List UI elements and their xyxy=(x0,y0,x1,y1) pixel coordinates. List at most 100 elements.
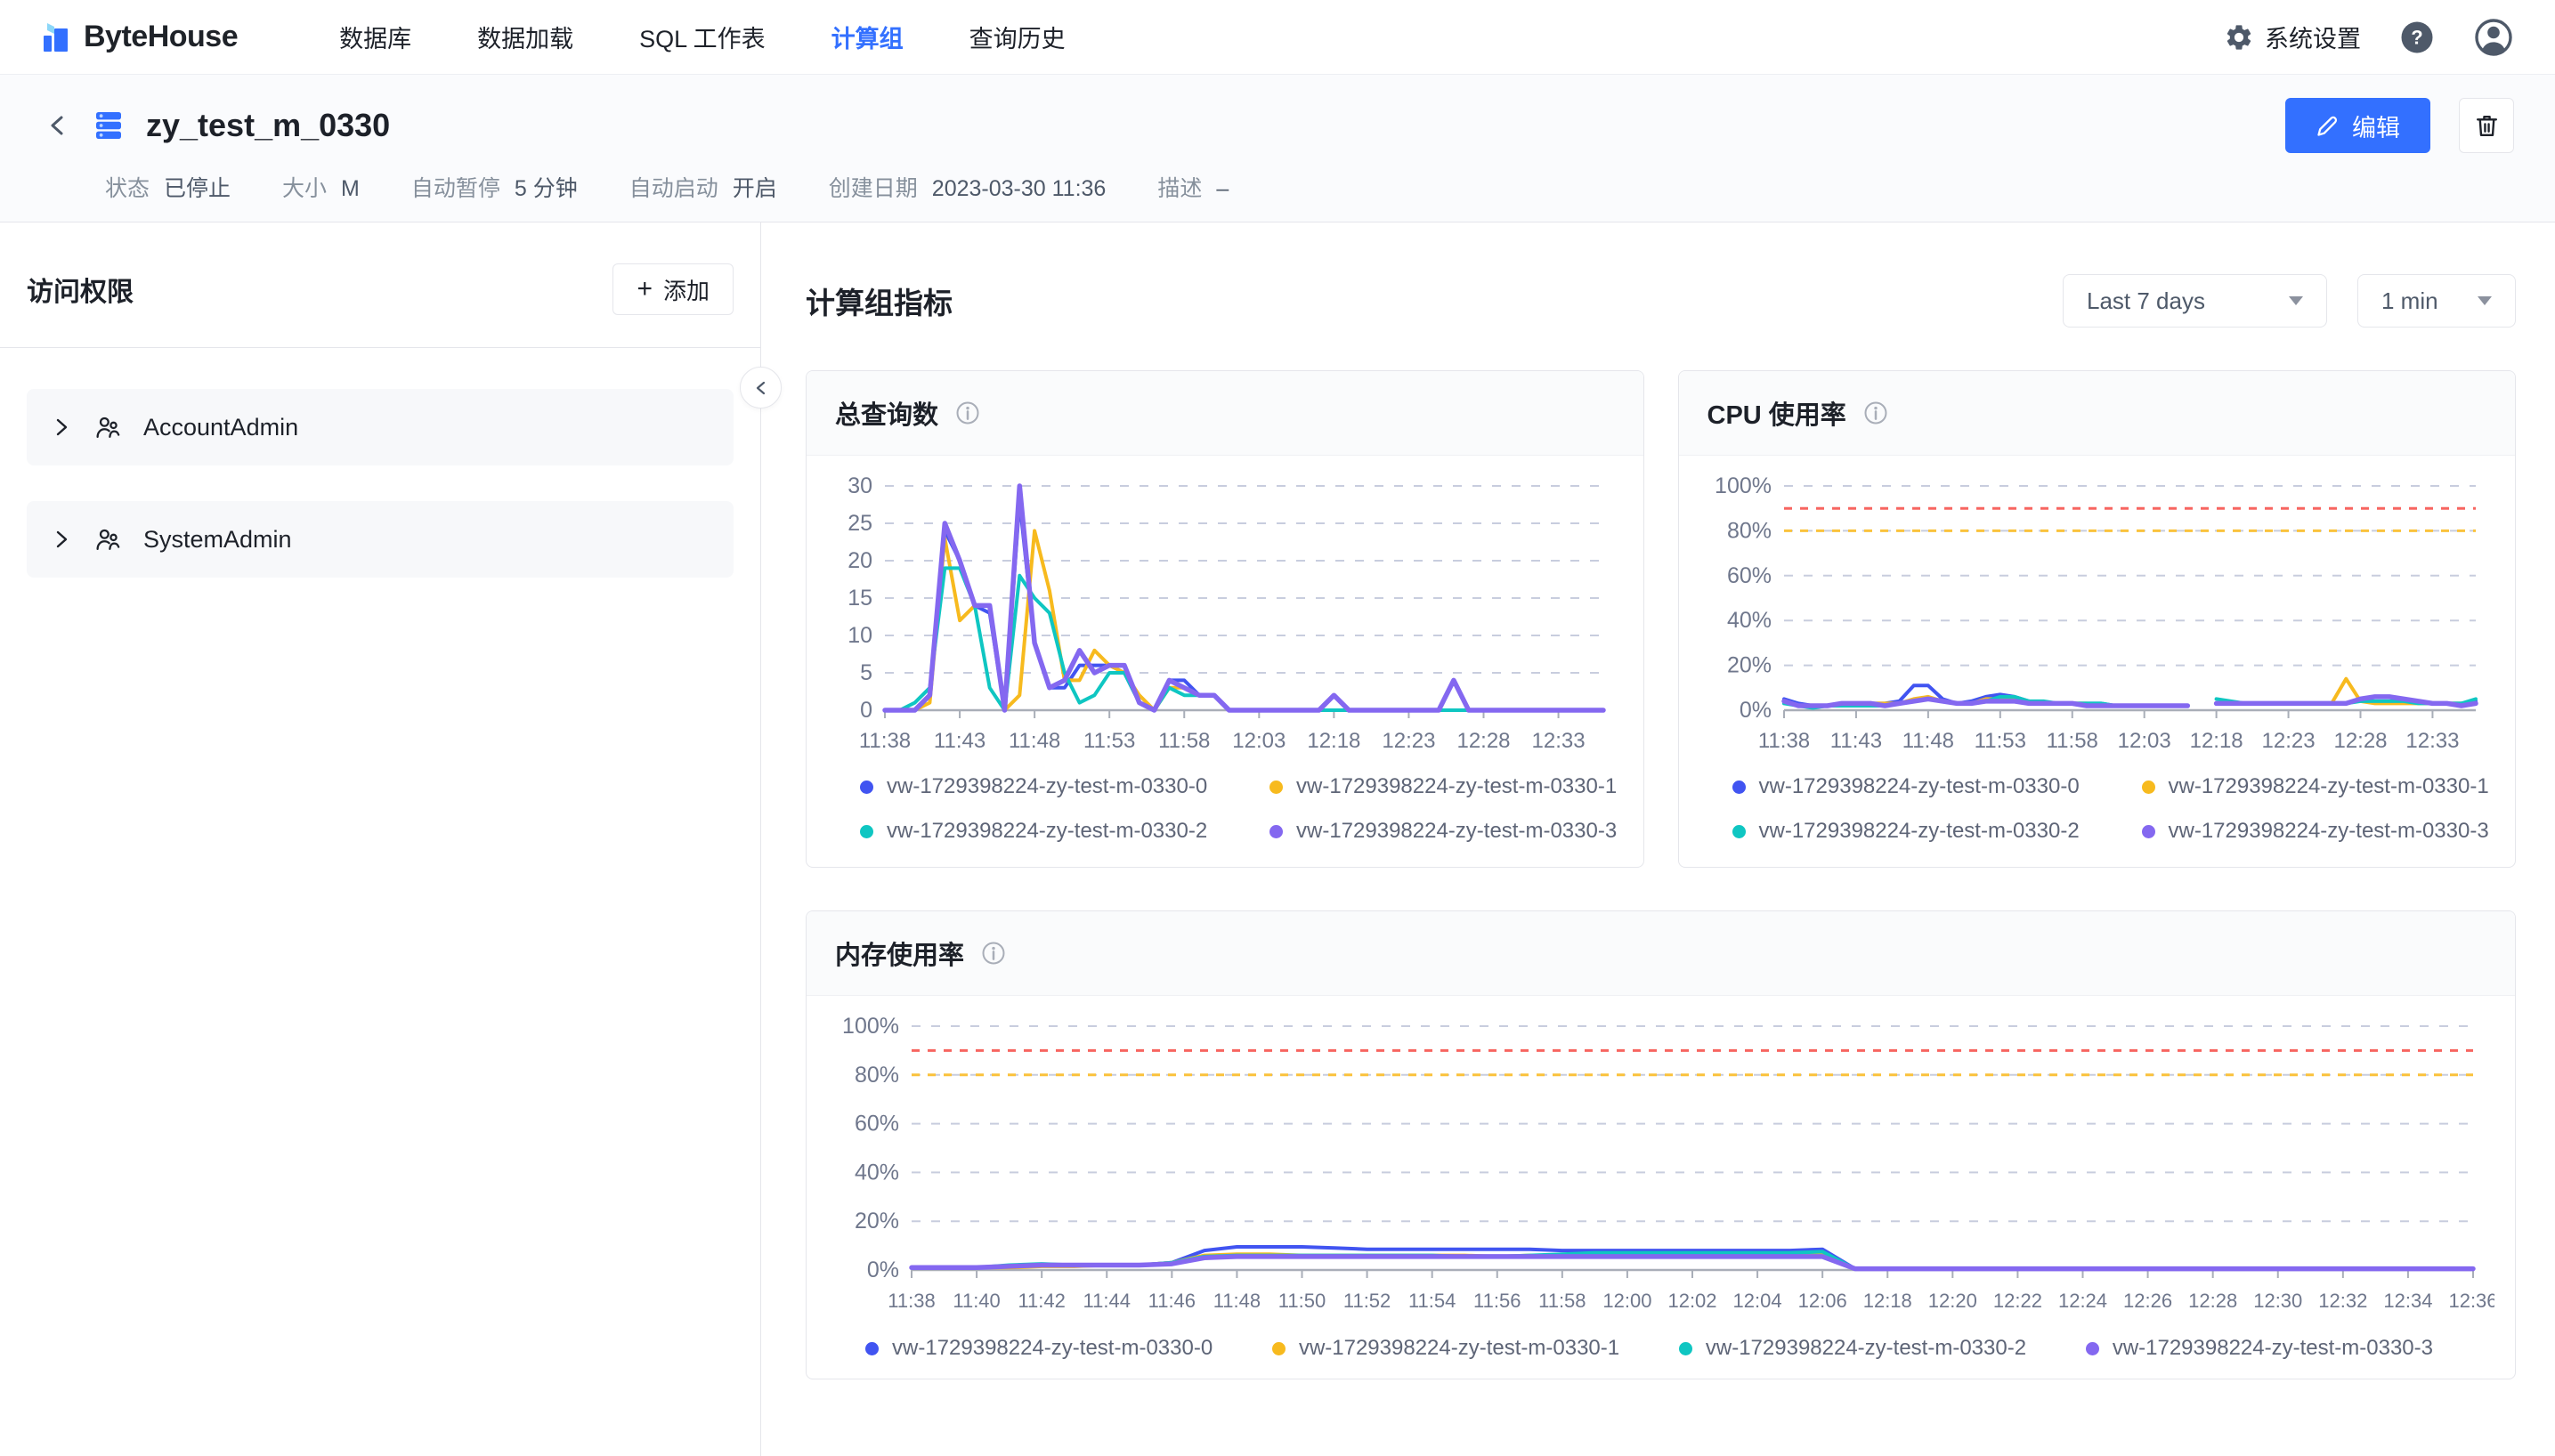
chevron-down-icon xyxy=(2289,296,2303,305)
legend-item-vw-1729398224-zy-test-m-0330-0[interactable]: vw-1729398224-zy-test-m-0330-0 xyxy=(1732,774,2142,799)
meta-value: 已停止 xyxy=(164,171,231,203)
card-body: 0%20%40%60%80%100%11:3811:4311:4811:5311… xyxy=(1679,456,2516,867)
meta-item-0: 状态已停止 xyxy=(105,171,231,203)
meta-value: 2023-03-30 11:36 xyxy=(932,176,1107,202)
legend-dot xyxy=(860,825,873,838)
chart-card-total-queries: 总查询数 05101520253011:3811:4311:4811:5311:… xyxy=(806,370,1644,868)
chart-card-cpu: CPU 使用率 0%20%40%60%80%100%11:3811:4311:4… xyxy=(1678,370,2517,868)
help-button[interactable]: ? xyxy=(2398,19,2436,56)
total-queries-chart[interactable]: 05101520253011:3811:4311:4811:5311:5812:… xyxy=(826,470,1624,765)
legend-item-vw-1729398224-zy-test-m-0330-1[interactable]: vw-1729398224-zy-test-m-0330-1 xyxy=(1272,1336,1619,1361)
svg-text:12:18: 12:18 xyxy=(1307,729,1360,753)
nav-item-3[interactable]: 计算组 xyxy=(831,20,904,54)
legend-dot xyxy=(2086,1342,2099,1355)
permission-item-0[interactable]: AccountAdmin xyxy=(27,389,734,465)
bytehouse-logo[interactable]: ByteHouse xyxy=(41,20,238,54)
interval-select[interactable]: 1 min xyxy=(2357,274,2516,328)
metrics-title: 计算组指标 xyxy=(806,279,953,322)
trash-icon xyxy=(2473,112,2501,140)
svg-text:40%: 40% xyxy=(855,1160,899,1185)
legend-label: vw-1729398224-zy-test-m-0330-3 xyxy=(1296,819,1617,844)
svg-text:12:33: 12:33 xyxy=(1532,729,1586,753)
svg-text:12:28: 12:28 xyxy=(1456,729,1510,753)
meta-label: 自动启动 xyxy=(629,171,718,203)
cpu-usage-chart[interactable]: 0%20%40%60%80%100%11:3811:4311:4811:5311… xyxy=(1699,470,2496,765)
legend-dot xyxy=(2142,825,2155,838)
legend-item-vw-1729398224-zy-test-m-0330-3[interactable]: vw-1729398224-zy-test-m-0330-3 xyxy=(1269,819,1617,844)
edit-button-label: 编辑 xyxy=(2352,109,2400,143)
legend-item-vw-1729398224-zy-test-m-0330-3[interactable]: vw-1729398224-zy-test-m-0330-3 xyxy=(2086,1336,2433,1361)
title-row: zy_test_m_0330 编辑 xyxy=(41,98,2514,153)
svg-text:0%: 0% xyxy=(1739,698,1771,723)
svg-text:11:43: 11:43 xyxy=(934,729,986,753)
time-range-select[interactable]: Last 7 days xyxy=(2063,274,2327,328)
svg-text:12:32: 12:32 xyxy=(2318,1290,2367,1312)
info-icon[interactable] xyxy=(1862,400,1889,426)
info-icon[interactable] xyxy=(954,400,981,426)
users-icon xyxy=(94,526,122,554)
legend-item-vw-1729398224-zy-test-m-0330-1[interactable]: vw-1729398224-zy-test-m-0330-1 xyxy=(2142,774,2489,799)
nav-item-4[interactable]: 查询历史 xyxy=(969,20,1066,54)
user-avatar-icon xyxy=(2473,17,2514,58)
svg-text:5: 5 xyxy=(860,660,872,685)
nav-item-0[interactable]: 数据库 xyxy=(339,20,411,54)
avatar[interactable] xyxy=(2473,17,2514,58)
legend-dot xyxy=(865,1342,879,1355)
metrics-header: 计算组指标 Last 7 days 1 min xyxy=(806,274,2516,328)
chevron-right-icon[interactable] xyxy=(50,528,73,551)
svg-text:12:22: 12:22 xyxy=(1993,1290,2042,1312)
svg-text:11:53: 11:53 xyxy=(1083,729,1135,753)
legend-item-vw-1729398224-zy-test-m-0330-0[interactable]: vw-1729398224-zy-test-m-0330-0 xyxy=(860,774,1269,799)
legend-item-vw-1729398224-zy-test-m-0330-2[interactable]: vw-1729398224-zy-test-m-0330-2 xyxy=(860,819,1269,844)
legend-item-vw-1729398224-zy-test-m-0330-2[interactable]: vw-1729398224-zy-test-m-0330-2 xyxy=(1679,1336,2026,1361)
legend-dot xyxy=(1269,781,1283,794)
interval-value: 1 min xyxy=(2381,287,2438,315)
svg-text:11:48: 11:48 xyxy=(1902,729,1953,753)
svg-text:12:03: 12:03 xyxy=(1232,729,1286,753)
svg-text:11:38: 11:38 xyxy=(1757,729,1809,753)
svg-text:11:38: 11:38 xyxy=(888,1290,935,1312)
svg-text:11:44: 11:44 xyxy=(1083,1290,1131,1312)
svg-text:80%: 80% xyxy=(855,1063,899,1088)
svg-text:11:58: 11:58 xyxy=(1158,729,1210,753)
legend-dot xyxy=(2142,781,2155,794)
divider xyxy=(0,347,760,348)
legend-item-vw-1729398224-zy-test-m-0330-1[interactable]: vw-1729398224-zy-test-m-0330-1 xyxy=(1269,774,1617,799)
legend-item-vw-1729398224-zy-test-m-0330-2[interactable]: vw-1729398224-zy-test-m-0330-2 xyxy=(1732,819,2142,844)
back-button[interactable] xyxy=(41,109,75,142)
nav-item-2[interactable]: SQL 工作表 xyxy=(639,20,766,54)
app-root: ByteHouse 数据库 数据加载 SQL 工作表 计算组 查询历史 系统设置 ? xyxy=(0,0,2555,1456)
delete-button[interactable] xyxy=(2459,98,2514,153)
nav-item-1[interactable]: 数据加载 xyxy=(477,20,573,54)
svg-text:12:20: 12:20 xyxy=(1928,1290,1977,1312)
svg-text:11:46: 11:46 xyxy=(1148,1290,1196,1312)
legend-dot xyxy=(1732,825,1746,838)
meta-label: 描述 xyxy=(1157,171,1202,203)
svg-text:12:23: 12:23 xyxy=(2261,729,2315,753)
svg-text:100%: 100% xyxy=(842,1014,899,1039)
collapse-sidebar-button[interactable] xyxy=(740,367,782,408)
time-range-value: Last 7 days xyxy=(2087,287,2205,315)
permission-list: AccountAdmin SystemAdmin xyxy=(27,389,734,578)
edit-button[interactable]: 编辑 xyxy=(2285,98,2430,153)
svg-text:40%: 40% xyxy=(1726,608,1771,633)
chart-card-memory: 内存使用率 0%20%40%60%80%100%11:3811:4011:421… xyxy=(806,910,2516,1379)
svg-text:10: 10 xyxy=(848,623,872,648)
legend-label: vw-1729398224-zy-test-m-0330-0 xyxy=(1759,774,2080,799)
svg-text:12:06: 12:06 xyxy=(1798,1290,1847,1312)
add-permission-button[interactable]: + 添加 xyxy=(612,263,734,315)
svg-text:11:38: 11:38 xyxy=(859,729,911,753)
legend-label: vw-1729398224-zy-test-m-0330-3 xyxy=(2113,1336,2433,1361)
legend-label: vw-1729398224-zy-test-m-0330-0 xyxy=(887,774,1207,799)
system-settings-button[interactable]: 系统设置 xyxy=(2224,20,2361,54)
chevron-right-icon[interactable] xyxy=(50,416,73,439)
legend-item-vw-1729398224-zy-test-m-0330-3[interactable]: vw-1729398224-zy-test-m-0330-3 xyxy=(2142,819,2489,844)
meta-label: 自动暂停 xyxy=(411,171,500,203)
permission-item-1[interactable]: SystemAdmin xyxy=(27,501,734,578)
page-title: zy_test_m_0330 xyxy=(146,107,390,144)
legend-item-vw-1729398224-zy-test-m-0330-0[interactable]: vw-1729398224-zy-test-m-0330-0 xyxy=(865,1336,1213,1361)
svg-text:11:54: 11:54 xyxy=(1408,1290,1456,1312)
meta-item-5: 描述– xyxy=(1157,171,1229,203)
memory-usage-chart[interactable]: 0%20%40%60%80%100%11:3811:4011:4211:4411… xyxy=(826,1010,2495,1327)
info-icon[interactable] xyxy=(980,940,1007,967)
